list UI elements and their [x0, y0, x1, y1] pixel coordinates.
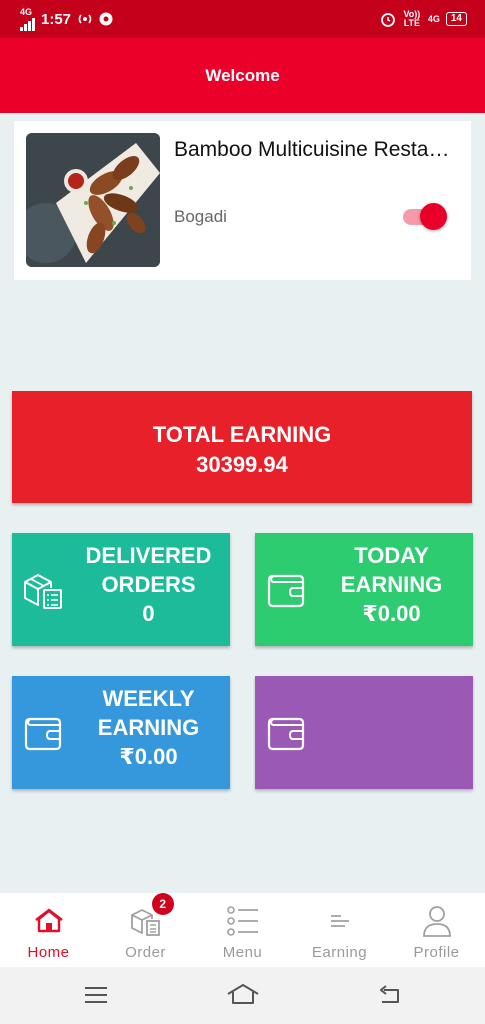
system-navigation-bar — [0, 967, 485, 1024]
volte-label: Vo)) LTE — [403, 9, 421, 28]
nav-home-label: Home — [27, 944, 70, 961]
today-earning-tile[interactable]: TODAY EARNING ₹0.00 — [255, 533, 473, 646]
online-toggle[interactable] — [403, 203, 447, 230]
nav-home[interactable]: Home — [0, 893, 97, 967]
nav-menu-label: Menu — [222, 944, 263, 961]
delivered-orders-tile[interactable]: DELIVERED ORDERS 0 — [12, 533, 230, 646]
alarm-icon — [380, 13, 395, 27]
delivered-label-line2: ORDERS — [101, 572, 196, 597]
wallet-icon — [267, 574, 305, 608]
nav-menu[interactable]: Menu — [194, 893, 291, 967]
total-earning-value: 30399.94 — [196, 452, 288, 477]
restaurant-location: Bogadi — [174, 207, 227, 226]
back-button-icon[interactable] — [376, 981, 404, 1009]
wallet-icon — [267, 717, 305, 751]
hotspot-icon — [78, 14, 92, 24]
signal-icon — [20, 17, 35, 31]
weekly-earning-tile[interactable]: WEEKLY EARNING ₹0.00 — [12, 676, 230, 789]
today-label-line1: TODAY — [354, 543, 429, 568]
chrome-icon — [99, 12, 113, 26]
today-value: ₹0.00 — [362, 601, 421, 626]
today-label-line2: EARNING — [340, 572, 443, 597]
order-count-badge: 2 — [152, 893, 174, 915]
status-bar: 4G 1:57 Vo)) LTE 4G 14 — [0, 0, 485, 38]
purple-wallet-tile[interactable] — [255, 676, 473, 789]
wallet-icon — [24, 717, 62, 751]
weekly-value: ₹0.00 — [119, 744, 178, 769]
network-type: 4G — [20, 6, 33, 17]
total-earning-label: TOTAL EARNING — [152, 422, 332, 447]
page-title: Welcome — [205, 65, 280, 85]
restaurant-name: Bamboo Multicuisine Restaurant — [174, 138, 459, 161]
weekly-label-line2: EARNING — [97, 715, 200, 740]
app-header: Welcome — [0, 38, 485, 113]
profile-icon — [422, 906, 451, 937]
nav-profile-label: Profile — [413, 944, 460, 961]
clock: 1:57 — [41, 10, 72, 28]
network-type-right: 4G — [427, 13, 440, 24]
home-button-icon[interactable] — [226, 981, 260, 1009]
signal-strength: 4G — [20, 6, 35, 31]
nav-earning-label: Earning — [311, 944, 368, 961]
home-icon — [34, 908, 63, 933]
weekly-label-line1: WEEKLY — [102, 686, 195, 711]
weekly-earning-text: WEEKLY EARNING ₹0.00 — [67, 684, 230, 771]
menu-list-icon — [226, 906, 258, 936]
toggle-knob — [420, 203, 447, 230]
delivered-value: 0 — [142, 601, 155, 626]
today-earning-text: TODAY EARNING ₹0.00 — [310, 541, 473, 628]
restaurant-image — [26, 133, 160, 267]
bottom-navigation: Home 2 Order Menu Earning Profile — [0, 893, 485, 967]
nav-earning[interactable]: Earning — [291, 893, 388, 967]
nav-order-label: Order — [125, 944, 166, 961]
nav-profile[interactable]: Profile — [388, 893, 485, 967]
delivery-box-icon — [24, 574, 62, 609]
recent-apps-icon[interactable] — [82, 981, 110, 1009]
delivered-label-line1: DELIVERED — [85, 543, 212, 568]
restaurant-card[interactable]: Bamboo Multicuisine Restaurant Bogadi — [14, 121, 471, 280]
delivered-orders-text: DELIVERED ORDERS 0 — [67, 541, 230, 628]
nav-order[interactable]: 2 Order — [97, 893, 194, 967]
earning-lines-icon — [330, 915, 349, 927]
battery-level: 14 — [445, 12, 467, 26]
total-earning-tile[interactable]: TOTAL EARNING 30399.94 — [12, 391, 472, 503]
